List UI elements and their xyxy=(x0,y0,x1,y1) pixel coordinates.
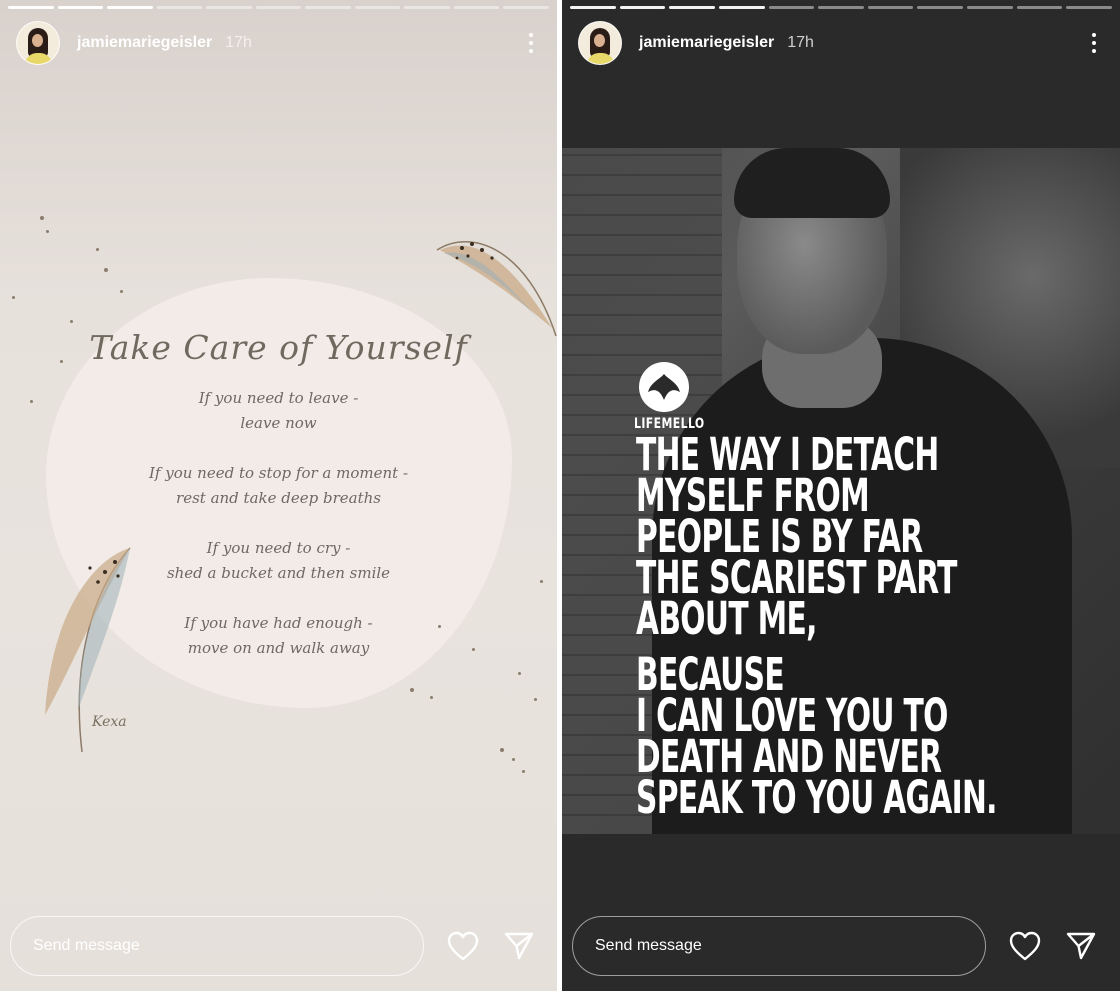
poem-title: Take Care of Yourself xyxy=(89,328,468,367)
story-right: jamiemariegeisler 17h LIFEMELLO THE WAY … xyxy=(562,0,1120,991)
story-header: jamiemariegeisler 17h xyxy=(578,21,1104,65)
username[interactable]: jamiemariegeisler xyxy=(77,34,212,52)
post-time: 17h xyxy=(225,34,252,51)
poem-stanza-2: If you need to stop for a moment - rest a… xyxy=(148,464,409,507)
quote-image: LIFEMELLO THE WAY I DETACH MYSELF FROM P… xyxy=(562,148,1120,834)
message-composer: Send message xyxy=(10,915,549,977)
avatar[interactable] xyxy=(578,21,622,65)
story-left: jamiemariegeisler 17h Take Care of Yours… xyxy=(0,0,557,991)
send-message-input[interactable]: Send message xyxy=(10,916,424,976)
poem-stanza-1: If you need to leave - leave now xyxy=(198,389,359,432)
quote-text-part-1: THE WAY I DETACH MYSELF FROM PEOPLE IS B… xyxy=(636,428,957,645)
message-composer: Send message xyxy=(572,915,1112,977)
poem-stanza-4: If you have had enough - move on and walk… xyxy=(184,614,373,657)
poem-signature: Kexa xyxy=(92,714,127,730)
story-progress-bar xyxy=(8,6,550,9)
paper-plane-icon[interactable] xyxy=(1064,929,1098,963)
post-time: 17h xyxy=(787,34,814,51)
quote-text-part-2: BECAUSE I CAN LOVE YOU TO DEATH AND NEVE… xyxy=(636,648,997,824)
poem-stanza-3: If you need to cry - shed a bucket and th… xyxy=(166,539,391,582)
heart-icon[interactable] xyxy=(446,929,480,963)
send-message-input[interactable]: Send message xyxy=(572,916,986,976)
more-options-icon[interactable] xyxy=(521,31,541,55)
heart-icon[interactable] xyxy=(1008,929,1042,963)
brand-logo: LIFEMELLO xyxy=(634,362,704,432)
feather-top-right-icon xyxy=(436,241,557,337)
avatar[interactable] xyxy=(16,21,60,65)
story-header: jamiemariegeisler 17h xyxy=(16,21,541,65)
story-progress-bar xyxy=(570,6,1113,9)
more-options-icon[interactable] xyxy=(1084,31,1104,55)
username[interactable]: jamiemariegeisler xyxy=(639,34,774,52)
phoenix-logo-icon xyxy=(639,362,689,412)
paper-plane-icon[interactable] xyxy=(502,929,536,963)
